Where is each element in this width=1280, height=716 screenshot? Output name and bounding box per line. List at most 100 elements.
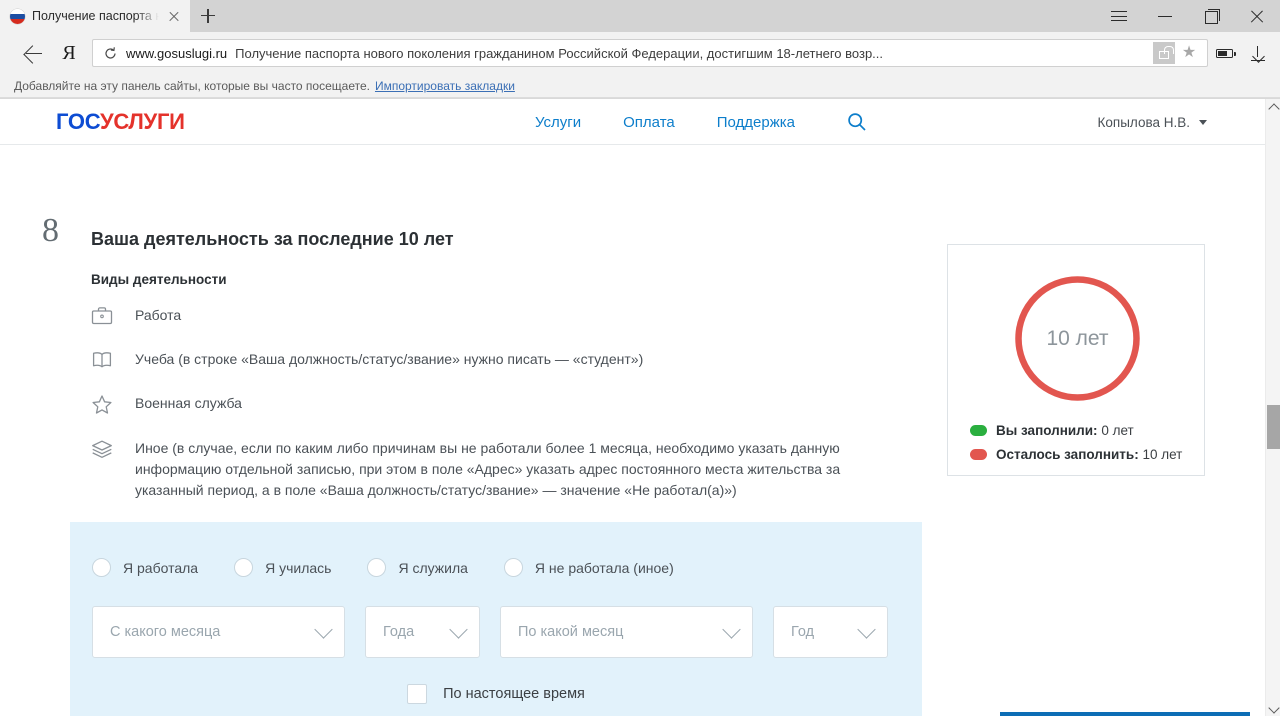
progress-legend: Вы заполнили: 0 лет Осталось заполнить: … [970, 421, 1188, 468]
nav-item-support[interactable]: Поддержка [717, 114, 795, 131]
ask-question-widget[interactable]: Задать вопрос [1000, 712, 1250, 716]
import-bookmarks-link[interactable]: Импортировать закладки [375, 79, 515, 93]
layers-icon [91, 438, 135, 464]
present-time-checkbox-row[interactable]: По настоящее время [70, 658, 922, 704]
legend-filled-value: 0 лет [1101, 423, 1134, 438]
close-window-icon[interactable] [1234, 0, 1280, 32]
back-icon[interactable] [16, 38, 50, 68]
chevron-down-icon [314, 619, 333, 639]
legend-color-swatch-green [970, 425, 987, 436]
scroll-down-icon[interactable] [1266, 700, 1280, 716]
legend-item-filled: Вы заполнили: 0 лет [970, 421, 1188, 441]
reload-icon[interactable] [103, 46, 118, 61]
chevron-down-icon [857, 619, 876, 639]
from-year-value: Года [383, 624, 415, 640]
tab-strip: Получение паспорта нов [0, 0, 1280, 32]
list-item: Работа [91, 305, 911, 331]
radio-option-studied[interactable]: Я училась [234, 558, 331, 577]
radio-option-other[interactable]: Я не работала (иное) [503, 558, 674, 577]
list-item-label: Учеба (в строке «Ваша должность/статус/з… [135, 351, 644, 367]
user-name: Копылова Н.В. [1097, 114, 1190, 130]
radio-label: Я служила [398, 559, 468, 576]
site-header: ГОСУСЛУГИ Услуги Оплата Поддержка Копыло… [0, 99, 1265, 145]
step-number: 8 [42, 212, 59, 249]
browser-toolbar: Я www.gosuslugi.ru Получение паспорта но… [0, 32, 1280, 74]
legend-remaining-label: Осталось заполнить: [996, 446, 1139, 462]
scroll-up-icon[interactable] [1266, 99, 1280, 115]
bookmarks-hint: Добавляйте на эту панель сайты, которые … [14, 78, 370, 93]
radio-option-served[interactable]: Я служила [367, 558, 468, 577]
nav-item-payment[interactable]: Оплата [623, 114, 675, 131]
minimize-icon[interactable] [1142, 0, 1188, 32]
list-item-label: Работа [135, 307, 182, 323]
present-time-checkbox[interactable] [407, 684, 428, 704]
chevron-down-icon [722, 619, 741, 639]
to-year-value: Год [791, 624, 815, 640]
from-month-value: С какого месяца [110, 624, 221, 640]
page-scrollbar[interactable] [1265, 99, 1280, 716]
legend-filled-text: Вы заполнили: 0 лет [996, 421, 1134, 441]
url-page-title: Получение паспорта нового поколения граж… [235, 45, 884, 61]
legend-item-remaining: Осталось заполнить: 10 лет [970, 445, 1188, 465]
page-viewport: ГОСУСЛУГИ Услуги Оплата Поддержка Копыло… [0, 99, 1280, 716]
from-year-select[interactable]: Года [365, 606, 480, 658]
list-item: Учеба (в строке «Ваша должность/статус/з… [91, 349, 911, 375]
restore-icon[interactable] [1188, 0, 1234, 32]
legend-color-swatch-red [970, 448, 987, 460]
donut-center-label: 10 лет [1046, 326, 1109, 350]
search-icon[interactable] [847, 112, 867, 137]
radio-input[interactable] [234, 558, 254, 577]
to-month-select[interactable]: По какой месяц [500, 606, 753, 658]
logo-gos: ГОС [56, 108, 100, 134]
radio-label: Я не работала (иное) [534, 559, 674, 576]
activity-form-panel: Я работала Я училась Я служила Я не рабо… [70, 522, 922, 716]
activity-radio-group: Я работала Я училась Я служила Я не рабо… [70, 522, 922, 577]
yandex-logo-icon[interactable]: Я [54, 43, 84, 63]
gosuslugi-logo[interactable]: ГОСУСЛУГИ [56, 109, 185, 135]
radio-option-worked[interactable]: Я работала [92, 558, 198, 577]
from-month-select[interactable]: С какого месяца [92, 606, 345, 658]
progress-donut-chart: 10 лет [1012, 273, 1143, 404]
browser-window: Получение паспорта нов Я www.gosuslugi.r… [0, 0, 1280, 716]
page-title: Ваша деятельность за последние 10 лет [91, 229, 454, 249]
unlock-icon[interactable] [1153, 42, 1175, 64]
bookmark-star-icon[interactable]: ★ [1177, 42, 1201, 64]
legend-remaining-text: Осталось заполнить: 10 лет [996, 445, 1182, 465]
window-controls [1096, 0, 1280, 32]
logo-uslugi: УСЛУГИ [100, 108, 185, 134]
user-menu[interactable]: Копылова Н.В. [1098, 99, 1207, 145]
book-icon [91, 349, 135, 375]
address-bar-actions: ★ [1153, 42, 1201, 64]
star-icon [91, 393, 135, 420]
radio-input[interactable] [92, 558, 111, 577]
radio-label: Я училась [265, 559, 332, 576]
briefcase-icon [91, 305, 135, 331]
browser-menu-icon[interactable] [1096, 0, 1142, 32]
close-tab-icon[interactable] [166, 8, 182, 24]
legend-filled-label: Вы заполнили: [996, 423, 1098, 438]
legend-remaining-value: 10 лет [1142, 446, 1183, 462]
radio-label: Я работала [123, 559, 199, 576]
present-time-label: По настоящее время [443, 686, 585, 702]
url-domain: www.gosuslugi.ru [126, 45, 228, 61]
to-year-select[interactable]: Год [773, 606, 888, 658]
bookmarks-bar: Добавляйте на эту панель сайты, которые … [0, 74, 1280, 98]
radio-input[interactable] [503, 558, 523, 577]
list-item: Иное (в случае, если по каким либо причи… [91, 438, 911, 501]
address-bar[interactable]: www.gosuslugi.ru Получение паспорта ново… [92, 39, 1208, 67]
new-tab-button[interactable] [190, 0, 226, 32]
tab-title: Получение паспорта нов [32, 9, 159, 23]
browser-tab[interactable]: Получение паспорта нов [0, 0, 190, 32]
nav-item-services[interactable]: Услуги [535, 114, 581, 131]
period-selects: С какого месяца Года По какой месяц Год [70, 577, 922, 658]
scrollbar-thumb[interactable] [1267, 405, 1280, 449]
radio-input[interactable] [367, 558, 387, 577]
russian-flag-icon [10, 8, 25, 24]
section-subheading: Виды деятельности [91, 272, 227, 287]
list-item-label: Иное (в случае, если по каким либо причи… [135, 440, 841, 498]
downloads-icon[interactable] [1244, 38, 1272, 68]
chevron-down-icon [1199, 119, 1207, 125]
progress-card: 10 лет Вы заполнили: 0 лет Осталось запо… [947, 244, 1205, 476]
main-nav: Услуги Оплата Поддержка [535, 99, 795, 145]
battery-icon[interactable] [1212, 38, 1240, 68]
